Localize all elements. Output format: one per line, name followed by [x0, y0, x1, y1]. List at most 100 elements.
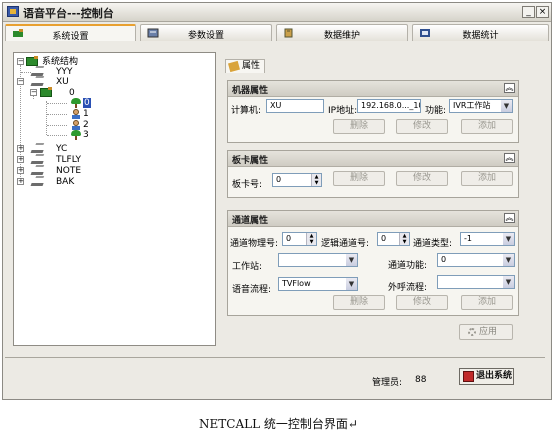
- channel-type-value: -1: [464, 234, 472, 243]
- tab-label: 参数设置: [187, 31, 224, 41]
- tree-node-board-0[interactable]: 0: [69, 88, 75, 98]
- add-button[interactable]: 添加: [461, 295, 513, 310]
- tree-node-xu[interactable]: XU: [56, 77, 69, 87]
- delete-button[interactable]: 删除: [333, 171, 385, 186]
- spinner-arrows-icon[interactable]: ▲ ▼: [311, 174, 321, 186]
- tree-node-channel-2[interactable]: 2: [83, 120, 89, 130]
- figure-caption: NETCALL 统一控制台界面↵: [199, 417, 358, 431]
- voice-flow-value: TVFlow: [282, 279, 311, 288]
- logical-channel-stepper[interactable]: 0 ▲ ▼: [377, 232, 410, 246]
- channel-function-label: 通道功能:: [388, 261, 428, 271]
- tree-node-bak[interactable]: BAK: [56, 177, 74, 187]
- voice-flow-select[interactable]: TVFlow ▼: [278, 277, 358, 291]
- tab-data-maintenance[interactable]: 数据维护: [276, 24, 408, 41]
- collapse-button[interactable]: ︽: [504, 153, 515, 163]
- function-select[interactable]: IVR工作站 ▼: [449, 99, 513, 113]
- computer-icon: [30, 167, 46, 175]
- channel-function-select[interactable]: 0 ▼: [437, 253, 515, 267]
- logical-channel-value: 0: [381, 234, 387, 243]
- spinner-arrows-icon[interactable]: ▲ ▼: [399, 233, 409, 245]
- exit-system-button[interactable]: 退出系统: [459, 368, 514, 385]
- board-icon: [40, 87, 52, 97]
- tree-node-yyy[interactable]: YYY: [56, 67, 73, 77]
- computer-label: 计算机:: [231, 106, 262, 116]
- chevron-down-icon: ▼: [346, 278, 357, 290]
- chevron-down-icon: ▼: [501, 100, 512, 112]
- properties-icon: [228, 60, 240, 73]
- physical-channel-stepper[interactable]: 0 ▲ ▼: [282, 232, 317, 246]
- tab-label: 数据统计: [462, 31, 499, 41]
- apply-label: 应用: [479, 327, 498, 337]
- tree-node-note[interactable]: NOTE: [56, 166, 81, 176]
- computer-icon: [30, 68, 46, 76]
- close-button[interactable]: ×: [536, 6, 549, 18]
- chevron-down-icon: ▼: [503, 233, 514, 245]
- computer-icon: [30, 78, 46, 86]
- add-button[interactable]: 添加: [461, 119, 513, 134]
- system-tree[interactable]: − 系统结构 YYY − XU − 0 0 1 2 3 + YC + TLFLY…: [13, 52, 216, 346]
- modify-button[interactable]: 修改: [396, 119, 448, 134]
- physical-channel-label: 通道物理号:: [230, 239, 279, 249]
- window-title: 语音平台---控制台: [23, 7, 114, 20]
- tree-node-channel-1[interactable]: 1: [83, 109, 89, 119]
- admin-label: 管理员:: [372, 378, 403, 388]
- tree-root[interactable]: 系统结构: [42, 57, 78, 67]
- chevron-down-icon: ▼: [503, 276, 514, 288]
- group-header: 机器属性 ︽: [228, 81, 518, 97]
- tab-label: 系统设置: [52, 32, 89, 42]
- channel-type-select[interactable]: -1 ▼: [460, 232, 515, 246]
- board-value: 0: [276, 175, 282, 184]
- properties-tab[interactable]: 属性: [225, 59, 265, 73]
- ip-label: IP地址:: [328, 106, 358, 116]
- computer-icon: [30, 178, 46, 186]
- collapse-toggle[interactable]: −: [17, 58, 24, 65]
- add-button[interactable]: 添加: [461, 171, 513, 186]
- modify-button[interactable]: 修改: [396, 171, 448, 186]
- chevron-down-icon: ▼: [503, 254, 514, 266]
- minimize-button[interactable]: _: [522, 6, 535, 18]
- tree-node-channel-0[interactable]: 0: [83, 98, 91, 108]
- outcall-flow-label: 外呼流程:: [388, 283, 428, 293]
- tab-data-statistics[interactable]: 数据统计: [412, 24, 549, 41]
- group-header: 板卡属性 ︽: [228, 151, 518, 167]
- board-stepper[interactable]: 0 ▲ ▼: [272, 173, 322, 187]
- collapse-button[interactable]: ︽: [504, 83, 515, 93]
- outcall-flow-select[interactable]: ▼: [437, 275, 515, 289]
- collapse-toggle[interactable]: −: [17, 78, 24, 85]
- gear-icon: [468, 327, 476, 336]
- title-bar[interactable]: 语音平台---控制台 _ ×: [3, 3, 551, 22]
- tab-system-settings[interactable]: 系统设置: [5, 24, 136, 42]
- computer-icon: [30, 145, 46, 153]
- tab-parameter-settings[interactable]: 参数设置: [140, 24, 272, 41]
- delete-button[interactable]: 删除: [333, 119, 385, 134]
- expand-toggle[interactable]: +: [17, 156, 24, 163]
- group-title: 通道属性: [232, 216, 269, 226]
- tree-node-yc[interactable]: YC: [56, 144, 67, 154]
- delete-button[interactable]: 删除: [333, 295, 385, 310]
- expand-toggle[interactable]: +: [17, 178, 24, 185]
- expand-toggle[interactable]: +: [17, 167, 24, 174]
- physical-channel-value: 0: [286, 234, 292, 243]
- collapse-button[interactable]: ︽: [504, 213, 515, 223]
- computer-field[interactable]: XU: [266, 99, 324, 113]
- ip-field[interactable]: 192.168.0..._103: [357, 99, 421, 113]
- apply-button[interactable]: 应用: [459, 324, 513, 340]
- group-title: 机器属性: [232, 86, 269, 96]
- spinner-arrows-icon[interactable]: ▲ ▼: [306, 233, 316, 245]
- admin-value: 88: [415, 375, 427, 385]
- channel-tree-icon: [71, 130, 81, 140]
- exit-icon: [463, 371, 474, 382]
- modify-button[interactable]: 修改: [396, 295, 448, 310]
- expand-toggle[interactable]: +: [17, 145, 24, 152]
- person-icon: [71, 109, 81, 119]
- group-title: 板卡属性: [232, 156, 269, 166]
- tree-node-channel-3[interactable]: 3: [83, 130, 89, 140]
- tree-node-tlfly[interactable]: TLFLY: [56, 155, 81, 165]
- station-select[interactable]: ▼: [278, 253, 358, 267]
- voice-flow-label: 语音流程:: [232, 285, 272, 295]
- channel-tree-icon: [71, 98, 81, 108]
- collapse-toggle[interactable]: −: [30, 89, 37, 96]
- computer-icon: [30, 156, 46, 164]
- channel-function-value: 0: [441, 255, 447, 264]
- function-value: IVR工作站: [453, 101, 491, 110]
